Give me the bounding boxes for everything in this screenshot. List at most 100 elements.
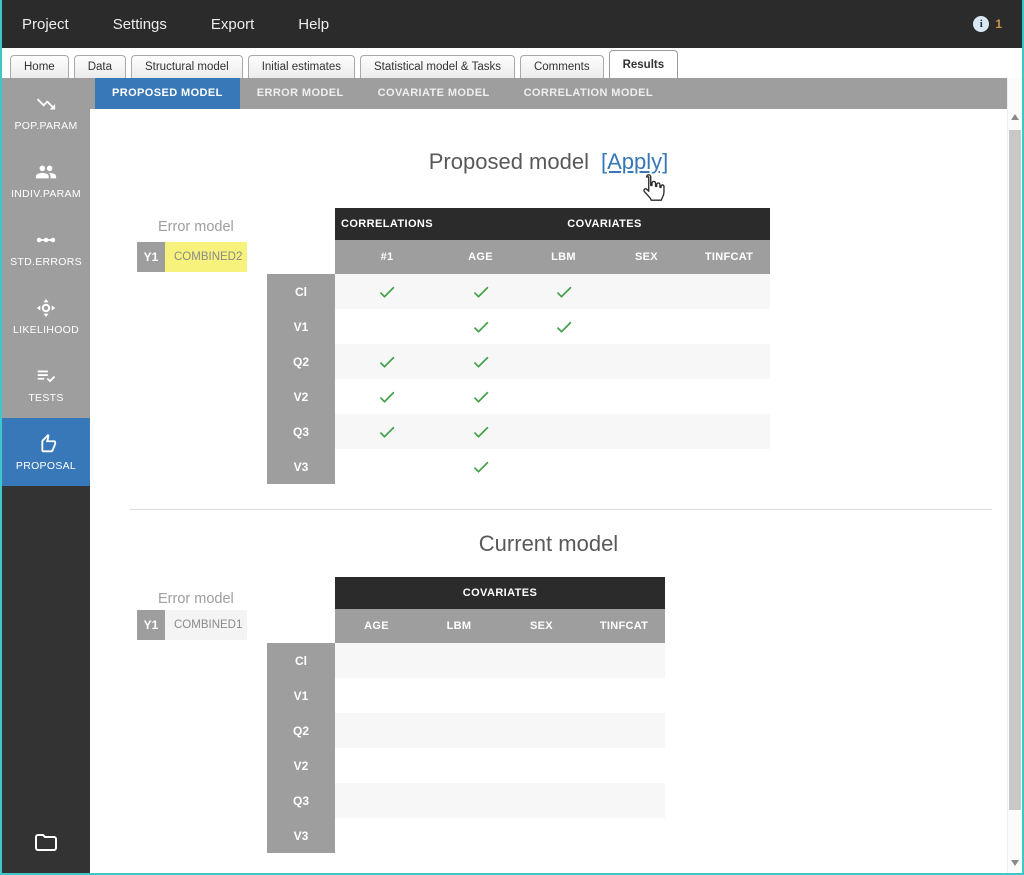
check-icon (471, 387, 491, 407)
cell-cl-age (439, 274, 522, 309)
tab-data[interactable]: Data (74, 55, 126, 78)
subtab-correlation-model[interactable]: CORRELATION MODEL (507, 78, 670, 109)
folder-icon[interactable] (33, 830, 59, 859)
col-header-lbm: LBM (418, 609, 500, 643)
sidebar-item-label: POP.PARAM (15, 120, 78, 132)
menu-item-help[interactable]: Help (298, 16, 329, 33)
app-window: Project Settings Export Help i 1 Home Da… (0, 0, 1024, 875)
sidebar-item-label: LIKELIHOOD (13, 324, 79, 336)
cell-cl-lbm (522, 274, 605, 309)
cell-v1-tinfcat (688, 309, 770, 344)
cell-v3-sex (605, 449, 688, 484)
cell-v2-age (439, 379, 522, 414)
cell-cl-age (335, 643, 418, 678)
row-header-v2: V2 (267, 379, 335, 414)
table-row: V1 (267, 309, 770, 344)
subtab-error-model[interactable]: ERROR MODEL (240, 78, 361, 109)
scrollbar-down-arrow-icon[interactable] (1011, 860, 1019, 866)
output-name-cell: Y1 (137, 610, 165, 640)
sidebar-item-proposal[interactable]: PROPOSAL (2, 418, 90, 486)
sidebar-item-std-errors[interactable]: STD.ERRORS (2, 214, 90, 282)
cell-v2-tinfcat (688, 379, 770, 414)
row-header-v1: V1 (267, 678, 335, 713)
notification-count: 1 (995, 17, 1002, 31)
row-header-q3: Q3 (267, 414, 335, 449)
sidebar-filler (2, 486, 90, 873)
cell-q3-age (439, 414, 522, 449)
cursor-pointer-icon (635, 173, 665, 210)
table-corner (267, 208, 335, 240)
check-icon (377, 352, 397, 372)
col-header-n1: #1 (335, 240, 439, 274)
cell-v1-sex (500, 678, 583, 713)
proposed-model-title: Proposed model[Apply] (90, 149, 1007, 175)
content-column: PROPOSED MODEL ERROR MODEL COVARIATE MOD… (90, 78, 1007, 873)
sidebar-item-tests[interactable]: TESTS (2, 350, 90, 418)
cell-cl-tinfcat (688, 274, 770, 309)
cell-v3-n1 (335, 449, 439, 484)
cell-v1-age (439, 309, 522, 344)
error-model-label: Error model (158, 219, 234, 235)
cell-q3-lbm (522, 414, 605, 449)
results-sidebar: POP.PARAM INDIV.PARAM STD.ERRORS LIKELIH… (2, 78, 90, 873)
cell-cl-tinfcat (583, 643, 665, 678)
menu-item-settings[interactable]: Settings (113, 16, 167, 33)
table-row: Q2 (267, 713, 665, 748)
apply-link[interactable]: [Apply] (601, 149, 668, 174)
notification-area[interactable]: i 1 (973, 16, 1002, 32)
tab-results[interactable]: Results (609, 50, 679, 78)
scrollbar-up-arrow-icon[interactable] (1011, 114, 1019, 120)
thumb-up-icon (35, 433, 57, 455)
cell-q2-lbm (522, 344, 605, 379)
cell-q2-tinfcat (583, 713, 665, 748)
col-header-tinfcat: TINFCAT (583, 609, 665, 643)
table-row: V3 (267, 818, 665, 853)
cell-v3-tinfcat (688, 449, 770, 484)
output-name-cell: Y1 (137, 242, 165, 272)
group-header-covariates: COVARIATES (335, 577, 665, 609)
table-row: V2 (267, 379, 770, 414)
tab-statistical-model-tasks[interactable]: Statistical model & Tasks (360, 55, 515, 78)
cell-q3-sex (605, 414, 688, 449)
error-model-value: COMBINED2 (165, 242, 247, 272)
menu-item-project[interactable]: Project (22, 16, 69, 33)
tab-initial-estimates[interactable]: Initial estimates (248, 55, 355, 78)
menu-item-export[interactable]: Export (211, 16, 254, 33)
tab-home[interactable]: Home (10, 55, 69, 78)
sidebar-item-label: PROPOSAL (16, 460, 76, 472)
cell-v3-age (439, 449, 522, 484)
cell-q2-sex (500, 713, 583, 748)
error-model-label: Error model (158, 591, 234, 607)
table-row: Q2 (267, 344, 770, 379)
dots-line-icon (35, 229, 57, 251)
table-row: Cl (267, 274, 770, 309)
table-row: V2 (267, 748, 665, 783)
sidebar-item-pop-param[interactable]: POP.PARAM (2, 78, 90, 146)
cell-v2-lbm (418, 748, 500, 783)
cell-q3-lbm (418, 783, 500, 818)
section-divider (130, 509, 992, 510)
cell-v2-age (335, 748, 418, 783)
tab-structural-model[interactable]: Structural model (131, 55, 243, 78)
tab-comments[interactable]: Comments (520, 55, 604, 78)
check-icon (471, 282, 491, 302)
check-icon (471, 317, 491, 337)
cell-q2-age (335, 713, 418, 748)
cell-v2-sex (500, 748, 583, 783)
scrollbar-thumb[interactable] (1009, 130, 1021, 810)
subtab-proposed-model[interactable]: PROPOSED MODEL (95, 78, 240, 109)
check-icon (471, 457, 491, 477)
cell-v3-lbm (418, 818, 500, 853)
cell-v3-tinfcat (583, 818, 665, 853)
cell-q2-tinfcat (688, 344, 770, 379)
col-header-lbm: LBM (522, 240, 605, 274)
sidebar-item-indiv-param[interactable]: INDIV.PARAM (2, 146, 90, 214)
error-model-box: Y1 COMBINED2 (137, 242, 247, 272)
subtab-covariate-model[interactable]: COVARIATE MODEL (361, 78, 507, 109)
sidebar-item-likelihood[interactable]: LIKELIHOOD (2, 282, 90, 350)
check-icon (554, 317, 574, 337)
info-icon: i (973, 16, 989, 32)
current-model-title-text: Current model (479, 531, 618, 556)
row-header-q3: Q3 (267, 783, 335, 818)
checklist-icon (35, 365, 57, 387)
